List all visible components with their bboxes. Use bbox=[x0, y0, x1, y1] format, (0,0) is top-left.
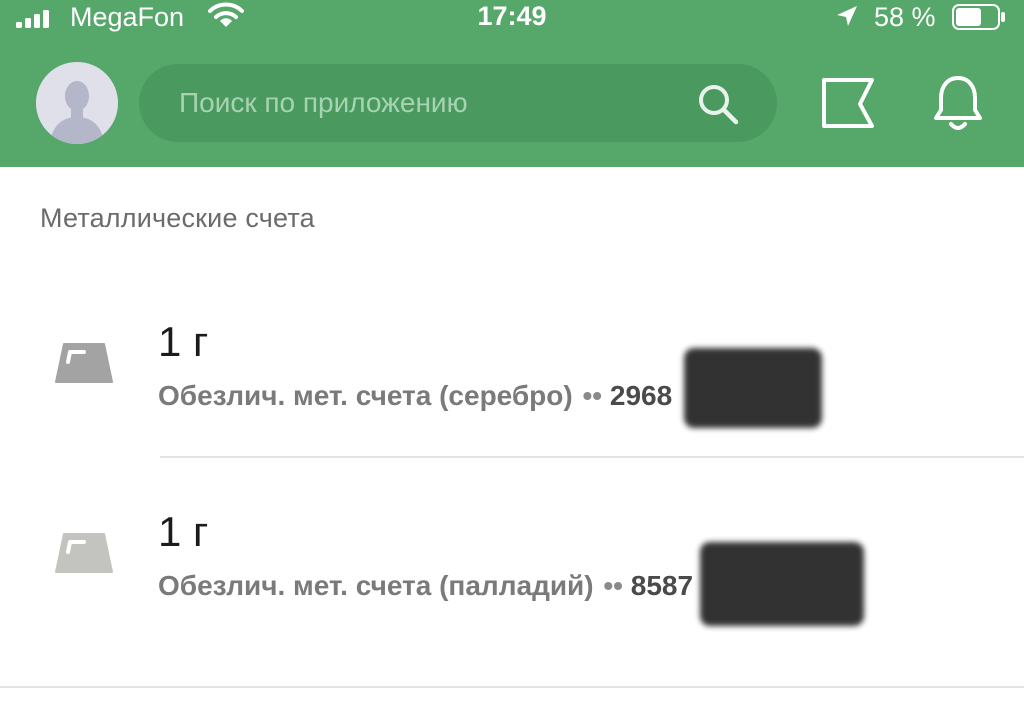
account-mask-dots: •• bbox=[603, 570, 623, 601]
silver-ingot-icon bbox=[55, 343, 113, 383]
app-header: MegaFon 17:49 58 % bbox=[0, 0, 1024, 167]
location-arrow-icon bbox=[837, 6, 857, 26]
row-divider bbox=[160, 456, 1024, 458]
account-type: Обезлич. мет. счета (палладий) bbox=[158, 570, 594, 601]
account-amount: 1 г bbox=[158, 318, 209, 365]
avatar[interactable] bbox=[36, 62, 118, 144]
account-mask-dots: •• bbox=[582, 380, 603, 411]
redaction-overlay bbox=[700, 542, 864, 626]
palladium-ingot-icon bbox=[55, 533, 113, 573]
account-type: Обезлич. мет. счета (серебро) bbox=[158, 380, 573, 411]
account-number: 2968 bbox=[609, 380, 673, 411]
status-bar: MegaFon 17:49 58 % bbox=[0, 0, 1024, 36]
battery-percent: 58 % bbox=[874, 2, 936, 32]
battery-icon bbox=[952, 4, 1005, 30]
account-description: Обезлич. мет. счета (палладий) •• 8587 bbox=[158, 570, 693, 602]
account-row-palladium[interactable]: 1 г Обезлич. мет. счета (палладий) •• 85… bbox=[0, 490, 1024, 686]
search-bar[interactable] bbox=[139, 64, 777, 142]
account-number: 8587 bbox=[630, 570, 694, 601]
bell-icon[interactable] bbox=[928, 72, 988, 134]
account-row-silver[interactable]: 1 г Обезлич. мет. счета (серебро) •• 296… bbox=[0, 300, 1024, 456]
user-silhouette-icon bbox=[36, 62, 118, 144]
clock: 17:49 bbox=[477, 1, 547, 31]
search-icon[interactable] bbox=[695, 81, 741, 127]
row-divider bbox=[0, 686, 1024, 688]
account-amount: 1 г bbox=[158, 508, 209, 555]
flag-icon[interactable] bbox=[818, 72, 878, 132]
section-title: Металлические счета bbox=[40, 203, 315, 233]
account-description: Обезлич. мет. счета (серебро) •• 2968 bbox=[158, 380, 672, 412]
redaction-overlay bbox=[684, 348, 822, 428]
search-input[interactable] bbox=[179, 82, 699, 124]
